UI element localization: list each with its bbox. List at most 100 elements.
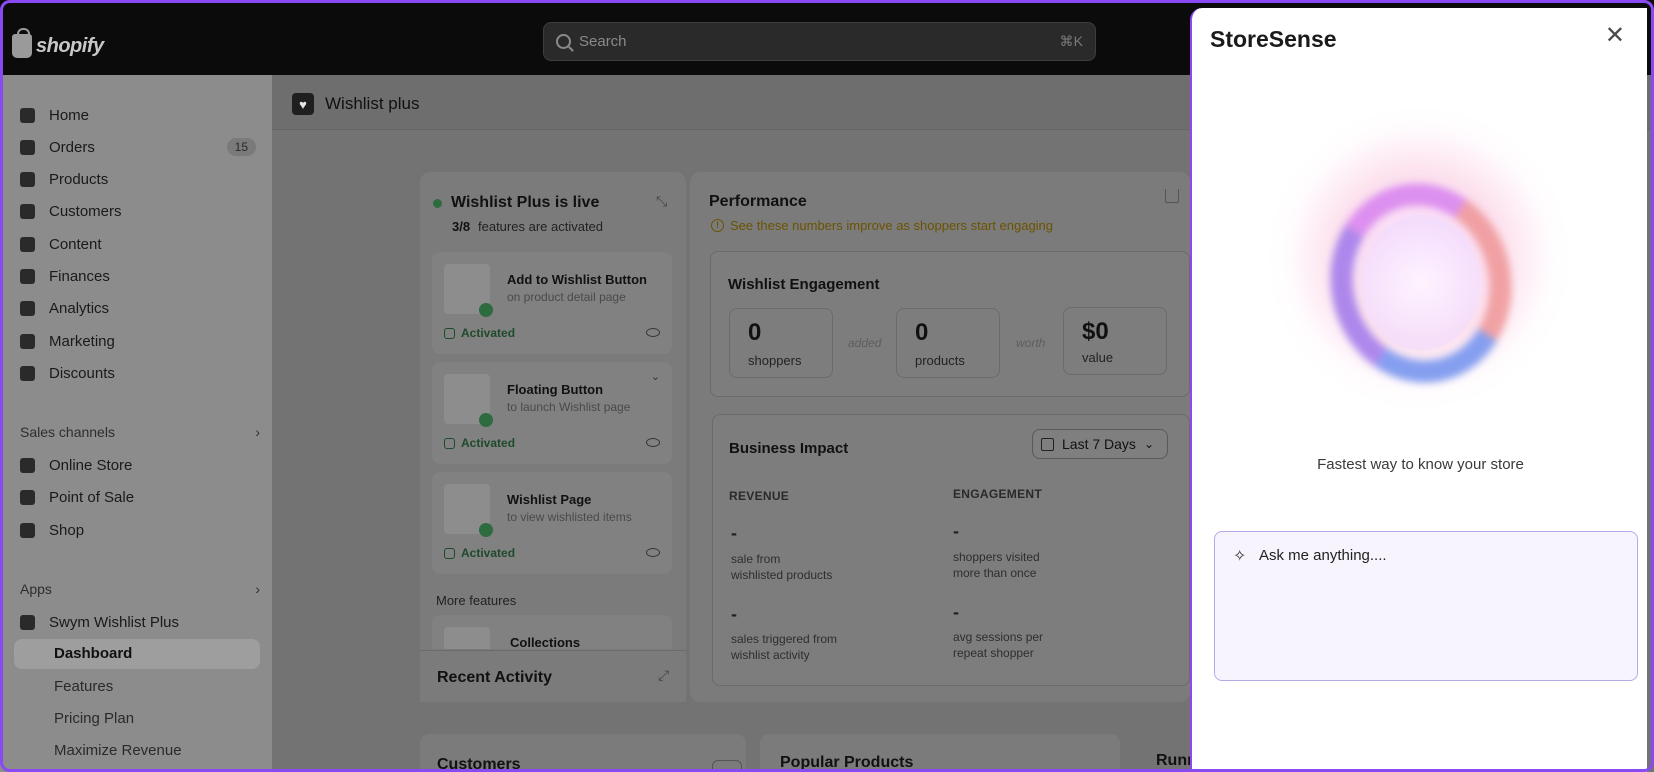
feature-title: Collections bbox=[510, 635, 581, 649]
revenue-stat-value: - bbox=[731, 604, 737, 624]
chevron-down-icon[interactable]: ⌄ bbox=[651, 370, 660, 383]
shop-icon bbox=[20, 522, 35, 538]
sales-channels-label: Sales channels bbox=[20, 424, 115, 440]
feature-status-label: Activated bbox=[461, 546, 516, 560]
feature-thumbnail bbox=[444, 264, 493, 317]
revenue-stat-value: - bbox=[731, 523, 737, 543]
panel-tagline: Fastest way to know your store bbox=[1317, 456, 1524, 473]
feature-card-collections[interactable]: Collections bbox=[432, 615, 672, 649]
shopify-logo[interactable]: shopify bbox=[12, 28, 104, 58]
sidebar-item-products[interactable]: Products bbox=[14, 164, 260, 194]
sales-channels-heading[interactable]: Sales channels › bbox=[20, 424, 260, 440]
sidebar-item-orders[interactable]: Orders 15 bbox=[14, 132, 260, 162]
check-icon bbox=[444, 547, 455, 559]
chevron-right-icon: › bbox=[255, 581, 260, 597]
sidebar-item-content[interactable]: Content bbox=[14, 229, 260, 259]
ask-input[interactable]: ✧ Ask me anything.... bbox=[1214, 531, 1638, 681]
revenue-stat-line: sale from bbox=[731, 552, 781, 566]
feature-thumbnail bbox=[444, 484, 493, 537]
engagement-heading: ENGAGEMENT bbox=[953, 487, 1043, 501]
engagement-stat-line: avg sessions per bbox=[953, 630, 1044, 644]
metric-value-box: $0 value bbox=[1063, 307, 1167, 375]
metric-label: products bbox=[915, 353, 965, 368]
sidebar-item-shop[interactable]: Shop bbox=[14, 515, 260, 545]
engagement-stat-value: - bbox=[953, 521, 959, 541]
sidebar-item-point-of-sale[interactable]: Point of Sale bbox=[14, 482, 260, 512]
date-range-value: Last 7 Days bbox=[1062, 436, 1136, 452]
engagement-stat-line: more than once bbox=[953, 566, 1037, 580]
close-icon[interactable]: ✕ bbox=[1605, 24, 1625, 48]
sidebar-item-label: Point of Sale bbox=[49, 488, 135, 506]
sidebar-item-discounts[interactable]: Discounts bbox=[14, 358, 260, 388]
performance-notice: See these numbers improve as shoppers st… bbox=[730, 218, 1054, 233]
discount-icon bbox=[20, 365, 35, 381]
sidebar-item-marketing[interactable]: Marketing bbox=[14, 326, 260, 356]
sidebar-item-finances[interactable]: Finances bbox=[14, 261, 260, 291]
date-range-select[interactable]: Last 7 Days ⌄ bbox=[1032, 429, 1168, 459]
feature-title: Add to Wishlist Button bbox=[507, 272, 647, 287]
business-impact-title: Business Impact bbox=[729, 440, 849, 457]
orders-icon bbox=[20, 139, 35, 155]
sidebar-subitem-dashboard[interactable]: Dashboard bbox=[54, 645, 132, 662]
tag-icon bbox=[20, 171, 35, 187]
sidebar-item-analytics[interactable]: Analytics bbox=[14, 293, 260, 323]
revenue-stat-line: wishlist activity bbox=[731, 648, 810, 662]
content-icon bbox=[20, 236, 35, 252]
sidebar-item-home[interactable]: Home bbox=[14, 100, 260, 130]
sidebar-item-label: Discounts bbox=[49, 364, 115, 382]
more-features-label: More features bbox=[436, 593, 517, 608]
ask-input-placeholder: Ask me anything.... bbox=[1259, 547, 1387, 564]
metric-shoppers: 0 shoppers bbox=[729, 308, 833, 378]
connector-added: added bbox=[848, 336, 882, 350]
apps-heading[interactable]: Apps › bbox=[20, 581, 260, 597]
feature-title: Floating Button bbox=[507, 382, 604, 397]
performance-title: Performance bbox=[709, 193, 807, 210]
sidebar-item-label: Home bbox=[49, 106, 90, 124]
feature-thumbnail bbox=[444, 627, 490, 649]
logo-text: shopify bbox=[36, 34, 104, 57]
warning-icon: ! bbox=[711, 219, 724, 232]
sidebar-subitem-pricing-plan[interactable]: Pricing Plan bbox=[54, 710, 134, 727]
feature-status: Activated bbox=[444, 436, 515, 450]
check-icon bbox=[444, 327, 455, 339]
sidebar-item-swym-wishlist-plus[interactable]: Swym Wishlist Plus bbox=[14, 607, 260, 637]
metric-label: value bbox=[1082, 350, 1114, 365]
eye-icon[interactable] bbox=[646, 328, 660, 337]
feature-subtitle: on product detail page bbox=[507, 290, 626, 304]
feature-card-add-to-wishlist[interactable]: Add to Wishlist Button on product detail… bbox=[432, 252, 672, 354]
eye-icon[interactable] bbox=[646, 548, 660, 557]
store-icon bbox=[20, 457, 35, 473]
eye-icon[interactable] bbox=[646, 438, 660, 447]
shopify-bag-icon bbox=[12, 28, 32, 58]
pos-icon bbox=[20, 489, 35, 505]
feature-subtitle: to launch Wishlist page bbox=[507, 400, 631, 414]
search-bar[interactable]: Search ⌘K bbox=[543, 22, 1096, 61]
popular-products-title: Popular Products bbox=[780, 754, 914, 771]
feature-title: Wishlist Page bbox=[507, 492, 592, 507]
check-icon bbox=[444, 437, 455, 449]
sidebar-item-label: Swym Wishlist Plus bbox=[49, 613, 180, 631]
sidebar-subitem-maximize-revenue[interactable]: Maximize Revenue bbox=[54, 742, 182, 759]
share-icon[interactable] bbox=[1165, 189, 1179, 203]
collapse-icon[interactable]: ⤡ bbox=[656, 193, 667, 210]
sidebar-item-label: Marketing bbox=[49, 332, 115, 350]
feature-thumbnail bbox=[444, 374, 493, 427]
feature-card-wishlist-page[interactable]: Wishlist Page to view wishlisted items A… bbox=[432, 472, 672, 574]
customers-card-button[interactable] bbox=[712, 760, 742, 772]
sidebar-item-online-store[interactable]: Online Store bbox=[14, 450, 260, 480]
recent-activity-title: Recent Activity bbox=[437, 669, 552, 686]
metric-value: 0 bbox=[748, 319, 762, 346]
revenue-heading: REVENUE bbox=[729, 489, 790, 503]
chart-icon bbox=[20, 300, 35, 316]
target-icon bbox=[20, 333, 35, 349]
metric-value: $0 bbox=[1082, 318, 1109, 345]
expand-icon[interactable]: ⤢ bbox=[658, 667, 669, 684]
feature-card-floating-button[interactable]: Floating Button to launch Wishlist page … bbox=[432, 362, 672, 464]
orders-count-badge: 15 bbox=[226, 138, 256, 156]
features-count-suffix: features are activated bbox=[478, 219, 604, 234]
feature-status-label: Activated bbox=[461, 326, 516, 340]
sidebar-item-label: Analytics bbox=[49, 299, 110, 317]
sidebar-item-customers[interactable]: Customers bbox=[14, 196, 260, 226]
sidebar-subitem-features[interactable]: Features bbox=[54, 678, 113, 695]
sidebar-item-label: Orders bbox=[49, 138, 95, 156]
